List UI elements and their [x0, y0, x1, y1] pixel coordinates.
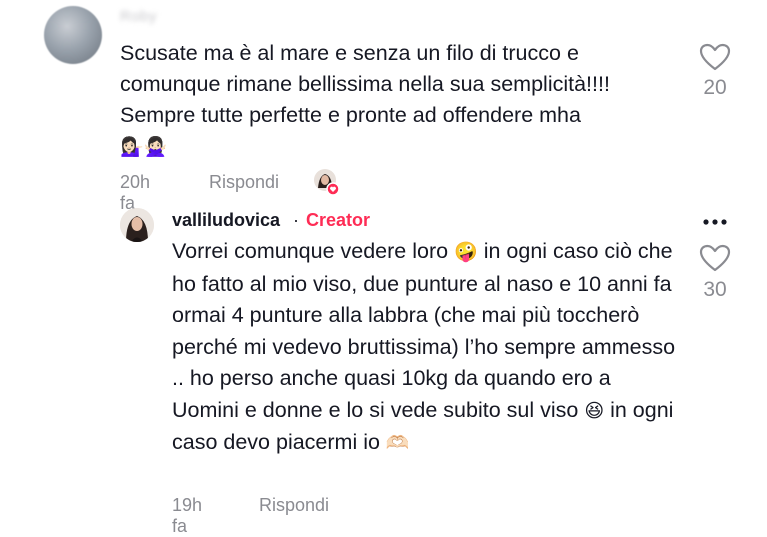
- reply-button[interactable]: Rispondi: [209, 172, 279, 193]
- comment-text-body: Scusate ma è al mare e senza un filo di …: [120, 41, 610, 127]
- avatar[interactable]: [120, 208, 154, 242]
- more-horizontal-icon[interactable]: [697, 212, 733, 232]
- creator-liked-avatar-icon: [313, 168, 341, 196]
- heart-hands-emoji: 🫶🏻: [385, 432, 410, 454]
- reply-text-part: in ogni caso ciò che ho fatto al mio vis…: [172, 239, 676, 422]
- creator-badge: Creator: [306, 210, 371, 230]
- comment-username[interactable]: Roby: [120, 8, 157, 25]
- like-count: 20: [703, 76, 727, 99]
- heart-icon[interactable]: [697, 243, 733, 273]
- heart-icon[interactable]: [697, 42, 733, 72]
- reply-text-part: Vorrei comunque vedere loro: [172, 239, 455, 263]
- comment-emojis: 💁🏻‍♀️🙅🏻‍♀️: [120, 136, 168, 158]
- avatar[interactable]: [44, 6, 102, 64]
- reply-timestamp: 19h fa: [172, 495, 203, 536]
- comment-text: Scusate ma è al mare e senza un filo di …: [120, 38, 680, 163]
- reply-username[interactable]: valliludovica: [172, 210, 280, 231]
- separator: ·: [293, 210, 299, 230]
- reply-button[interactable]: Rispondi: [259, 495, 329, 516]
- laughing-face-emoji: 😆: [584, 399, 605, 422]
- reply-text: Vorrei comunque vedere loro 🤪 in ogni ca…: [172, 236, 682, 460]
- like-count: 30: [703, 278, 727, 301]
- zany-face-emoji: 🤪: [454, 241, 478, 263]
